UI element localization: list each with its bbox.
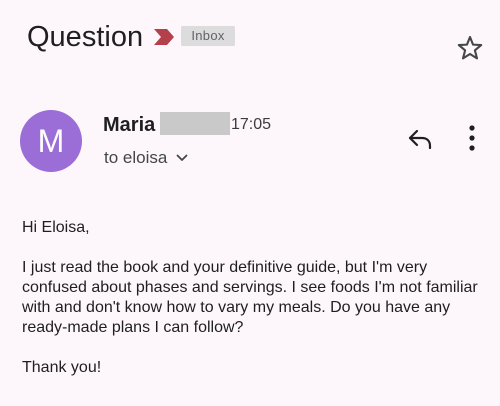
message-time: 17:05 [231, 116, 272, 133]
star-outline-icon[interactable] [456, 34, 484, 62]
body-greeting: Hi Eloisa, [22, 219, 90, 236]
inbox-label-chip[interactable]: Inbox [181, 26, 235, 46]
recipient-label: to eloisa [104, 148, 168, 167]
body-closing: Thank you! [22, 359, 102, 376]
more-vertical-icon[interactable] [462, 122, 482, 154]
email-body: Hi Eloisa, I just read the book and your… [22, 218, 482, 398]
sender-avatar[interactable]: M [20, 110, 82, 172]
sender-name[interactable]: Maria [103, 112, 155, 138]
recipient-details-toggle[interactable]: to eloisa [104, 146, 189, 170]
email-subject: Question [27, 21, 144, 53]
redacted-block [160, 112, 230, 135]
reply-icon[interactable] [405, 125, 435, 153]
importance-marker-icon[interactable] [153, 28, 175, 46]
sender-row: M Maria 17:05 to eloisa [0, 100, 500, 180]
chevron-down-icon [176, 154, 188, 161]
email-header: Question Inbox [0, 0, 500, 80]
body-paragraph: I just read the book and your definitive… [22, 259, 478, 336]
